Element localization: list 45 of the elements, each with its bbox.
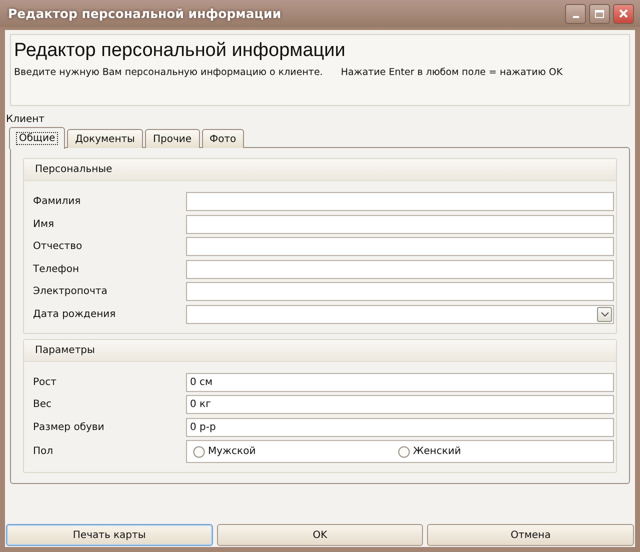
header-hint: Введите нужную Вам персональную информацию о клиенте. [14,67,323,78]
field-label: Телефон [33,264,80,274]
radio-button[interactable] [193,446,205,458]
field-label: Отчество [33,241,84,252]
close-icon [619,9,628,18]
tab[interactable]: Общие [9,127,66,149]
field-label: Рост [33,376,58,388]
input-field[interactable] [186,214,614,234]
chevron-down-icon [600,312,608,316]
dialog-button[interactable]: Печать карты [6,524,213,546]
input-field[interactable] [186,237,614,256]
section-label: Клиент [6,114,46,125]
radio-label: Женский [413,446,461,457]
window-title: Редактор персональной информации [8,6,282,21]
field-label: Размер обуви [33,422,106,432]
enter-hint: Нажатие Enter в любом поле = нажатию OK [340,67,563,78]
field-label: Пол [33,446,54,457]
input-field[interactable]: 0 кг [186,395,614,414]
dialog-button[interactable]: Отмена [427,524,634,546]
minimize-icon [572,16,578,18]
field-label: Дата рождения [33,308,117,320]
tab[interactable]: Фото [202,129,244,148]
dropdown-button[interactable] [597,306,612,322]
field-label: Вес [33,399,53,410]
field-label: Имя [33,218,56,230]
input-field[interactable]: 0 см [186,372,614,392]
maximize-icon [595,10,604,18]
group-title: Персональные [35,164,112,175]
minimize-button[interactable] [565,4,586,24]
tab[interactable]: Документы [67,129,143,148]
header-title: Редактор персональной информации [14,39,346,63]
field-label: Электропочта [33,286,108,297]
tab[interactable]: Прочие [144,129,200,148]
input-field[interactable] [186,260,614,278]
input-field[interactable]: 0 р-р [186,418,614,436]
date-field[interactable] [186,304,614,324]
radio-button[interactable] [398,446,410,458]
input-field[interactable] [186,192,614,211]
maximize-button[interactable] [589,4,610,24]
dialog-button[interactable]: OK [216,524,424,546]
input-field[interactable] [186,282,614,301]
field-label: Фамилия [33,196,82,207]
close-button[interactable] [613,4,634,24]
group-title: Параметры [35,344,95,356]
radio-label: Мужской [208,446,256,457]
